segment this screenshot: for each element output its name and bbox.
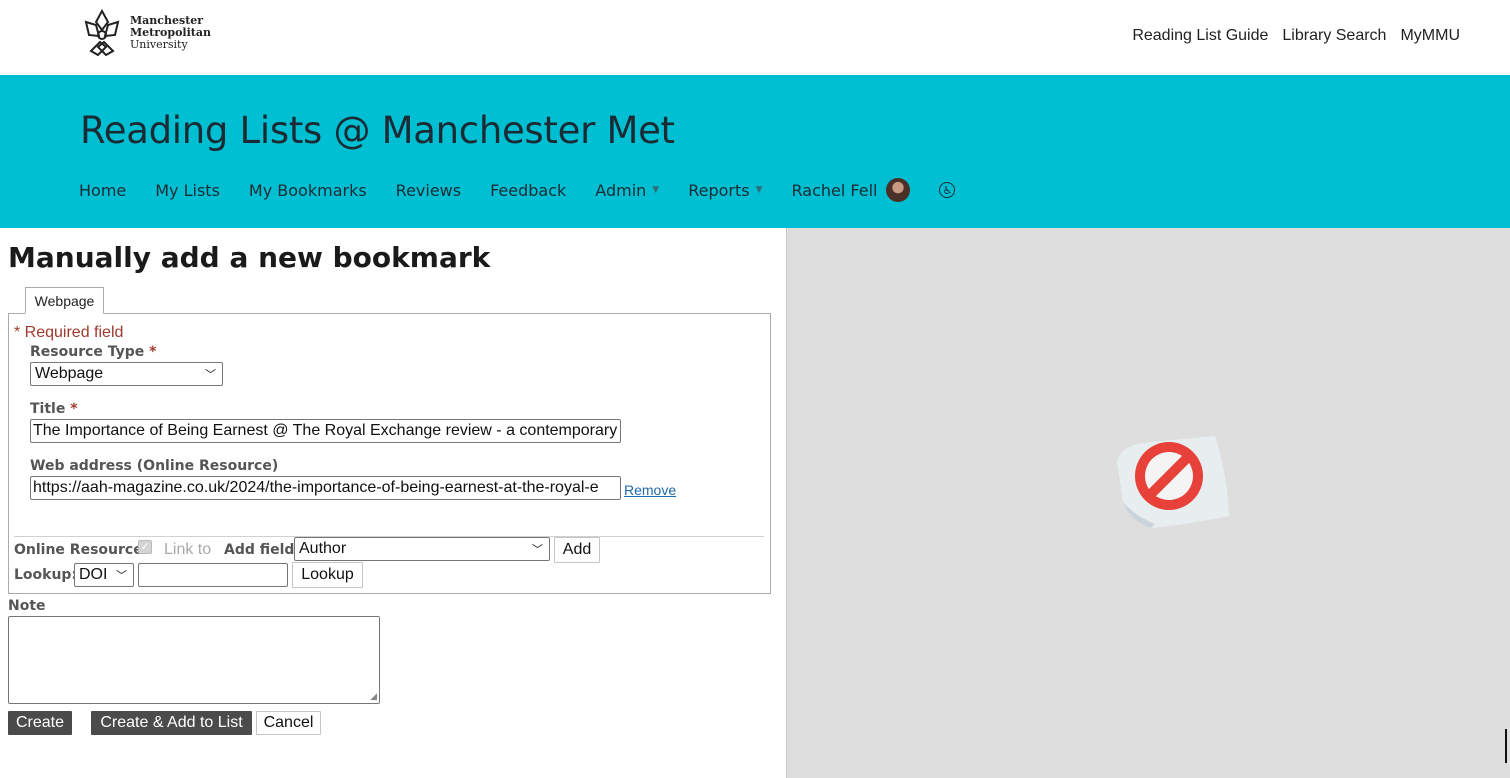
accessibility-button[interactable]: ♿ bbox=[939, 182, 956, 198]
title-input[interactable]: The Importance of Being Earnest @ The Ro… bbox=[30, 419, 621, 443]
main-nav: Home My Lists My Bookmarks Reviews Feedb… bbox=[79, 178, 984, 202]
nav-reports[interactable]: Reports ▼ bbox=[688, 181, 762, 200]
add-field-select[interactable]: Author ﹀ bbox=[294, 537, 550, 561]
avatar bbox=[886, 178, 911, 202]
web-address-input[interactable]: https://aah-magazine.co.uk/2024/the-impo… bbox=[30, 476, 621, 500]
library-search-link[interactable]: Library Search bbox=[1282, 27, 1386, 45]
chevron-down-icon: ﹀ bbox=[116, 570, 127, 582]
add-field-value: Author bbox=[299, 540, 347, 557]
online-resource-label: Online Resource: bbox=[14, 542, 149, 558]
add-field-label: Add field: bbox=[224, 542, 301, 558]
reports-caret-icon: ▼ bbox=[755, 185, 763, 195]
chevron-down-icon: ﹀ bbox=[205, 369, 216, 381]
remove-web-address-link[interactable]: Remove bbox=[624, 482, 676, 498]
link-to-label: Link to bbox=[164, 541, 212, 558]
university-emblem-icon bbox=[84, 8, 120, 57]
brand-line-3: University bbox=[130, 38, 188, 51]
lookup-type-value: DOI bbox=[79, 566, 108, 583]
reading-list-guide-link[interactable]: Reading List Guide bbox=[1132, 27, 1268, 45]
nav-my-bookmarks[interactable]: My Bookmarks bbox=[249, 181, 367, 200]
site-header: Manchester Metropolitan University Readi… bbox=[0, 0, 1510, 75]
resource-type-label-text: Resource Type bbox=[30, 344, 145, 360]
lookup-type-select[interactable]: DOI ﹀ bbox=[74, 563, 134, 587]
nav-feedback[interactable]: Feedback bbox=[490, 181, 566, 200]
resource-type-value: Webpage bbox=[35, 365, 104, 382]
add-field-button[interactable]: Add bbox=[554, 537, 600, 563]
site-banner: Reading Lists @ Manchester Met Home My L… bbox=[0, 75, 1510, 228]
university-logo[interactable]: Manchester Metropolitan University bbox=[80, 8, 211, 58]
nav-reports-label: Reports bbox=[688, 180, 750, 200]
title-label: Title * bbox=[30, 401, 78, 417]
chevron-down-icon: ﹀ bbox=[532, 544, 543, 556]
required-field-note: * Required field bbox=[14, 324, 124, 341]
online-resource-checkbox[interactable]: ✓ bbox=[138, 540, 152, 554]
nav-user-menu[interactable]: Rachel Fell bbox=[792, 178, 911, 202]
blocked-icon bbox=[1117, 436, 1229, 528]
note-label: Note bbox=[8, 598, 46, 614]
user-name: Rachel Fell bbox=[791, 180, 878, 200]
title-label-text: Title bbox=[30, 401, 66, 417]
resource-type-label: Resource Type * bbox=[30, 344, 157, 360]
nav-admin[interactable]: Admin ▼ bbox=[595, 181, 659, 200]
web-address-label: Web address (Online Resource) bbox=[30, 458, 279, 474]
nav-home[interactable]: Home bbox=[79, 181, 126, 200]
lookup-label: Lookup: bbox=[14, 567, 78, 583]
top-links: Reading List Guide Library Search MyMMU bbox=[1132, 27, 1460, 45]
lookup-input[interactable] bbox=[138, 563, 288, 587]
note-textarea[interactable]: ◢ bbox=[8, 616, 380, 704]
nav-reviews[interactable]: Reviews bbox=[396, 181, 461, 200]
resource-type-select[interactable]: Webpage ﹀ bbox=[30, 362, 223, 386]
resize-grip-icon[interactable]: ◢ bbox=[370, 692, 377, 701]
create-add-to-list-button[interactable]: Create & Add to List bbox=[91, 711, 252, 735]
page-title: Manually add a new bookmark bbox=[8, 241, 491, 274]
nav-my-lists[interactable]: My Lists bbox=[155, 181, 220, 200]
create-button[interactable]: Create bbox=[8, 711, 72, 735]
nav-admin-label: Admin bbox=[595, 180, 647, 200]
accessibility-icon: ♿ bbox=[939, 182, 956, 198]
lookup-button[interactable]: Lookup bbox=[292, 562, 363, 588]
admin-caret-icon: ▼ bbox=[652, 185, 660, 195]
cancel-button[interactable]: Cancel bbox=[256, 711, 321, 735]
tab-webpage[interactable]: Webpage bbox=[25, 287, 104, 314]
mymmu-link[interactable]: MyMMU bbox=[1400, 27, 1460, 45]
university-name: Manchester Metropolitan University bbox=[130, 15, 211, 51]
text-cursor bbox=[1505, 729, 1507, 763]
site-title[interactable]: Reading Lists @ Manchester Met bbox=[80, 109, 675, 152]
preview-panel bbox=[786, 228, 1510, 778]
